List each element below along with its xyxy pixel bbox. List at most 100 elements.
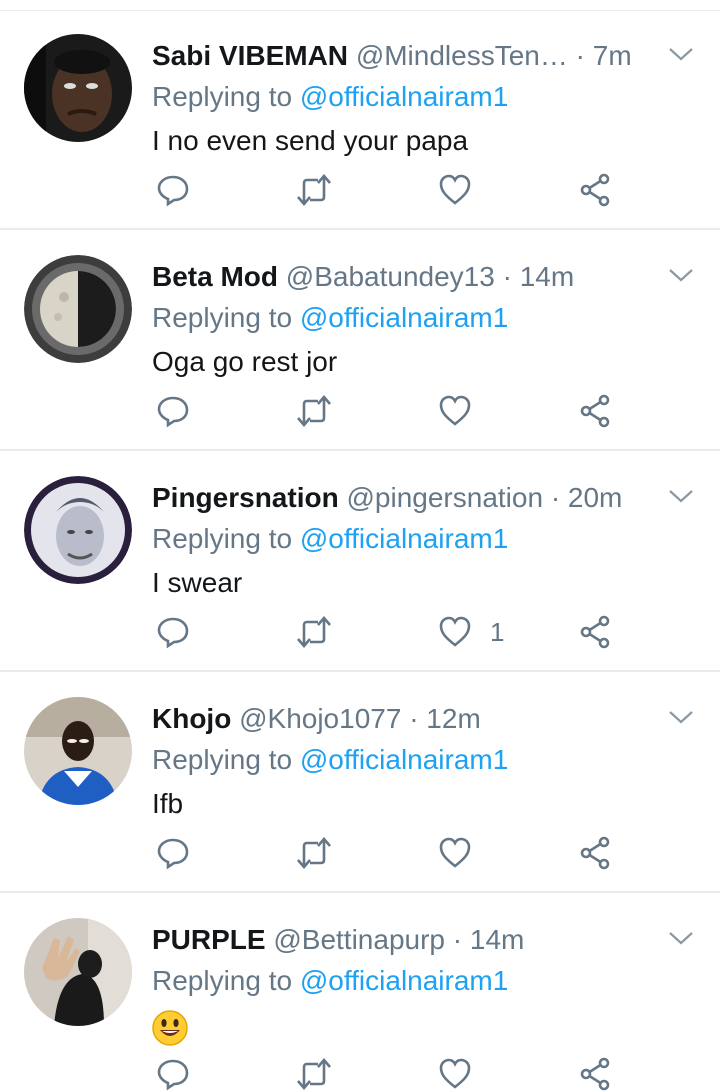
share-icon xyxy=(580,615,610,649)
user-handle[interactable]: @MindlessTen… xyxy=(356,40,568,71)
like-button[interactable]: 1 xyxy=(438,614,504,650)
action-bar: 1 xyxy=(152,614,632,650)
action-bar xyxy=(152,835,632,871)
tweet-text: Ifb xyxy=(152,788,184,819)
replying-to-label: Replying to xyxy=(152,523,293,554)
replying-to-label: Replying to xyxy=(152,965,293,996)
replying-to-user-link[interactable]: @officialnairam1 xyxy=(300,81,508,112)
tweet-item[interactable]: Khojo @Khojo1077 · 12m Replying to @offi… xyxy=(0,673,720,893)
user-handle[interactable]: @pingersnation xyxy=(346,482,543,513)
action-bar xyxy=(152,393,632,429)
share-button[interactable] xyxy=(578,393,612,429)
tweet-item[interactable]: Pingersnation @pingersnation · 20m Reply… xyxy=(0,452,720,672)
replying-to-user-link[interactable]: @officialnairam1 xyxy=(300,302,508,333)
timestamp[interactable]: · 12m xyxy=(409,703,481,734)
retweet-icon xyxy=(297,1058,331,1090)
tweet-item[interactable]: Beta Mod @Babatundey13 · 14m Replying to… xyxy=(0,231,720,451)
reply-button[interactable] xyxy=(156,835,190,871)
replying-to-user-link[interactable]: @officialnairam1 xyxy=(300,523,508,554)
display-name[interactable]: Khojo xyxy=(152,703,231,734)
retweet-button[interactable] xyxy=(296,1056,332,1092)
like-icon xyxy=(439,1058,471,1089)
chevron-down-icon[interactable] xyxy=(668,928,694,948)
tweet-header: Pingersnation @pingersnation · 20m xyxy=(152,478,652,518)
replying-to-user-link[interactable]: @officialnairam1 xyxy=(300,744,508,775)
replying-to-label: Replying to xyxy=(152,744,293,775)
tweet-header: Beta Mod @Babatundey13 · 14m xyxy=(152,257,652,297)
reply-icon xyxy=(157,396,189,428)
timestamp[interactable]: · 14m xyxy=(503,261,575,292)
share-button[interactable] xyxy=(578,1056,612,1092)
like-button[interactable] xyxy=(438,393,490,429)
reply-button[interactable] xyxy=(156,614,190,650)
smiling-face-emoji-icon xyxy=(152,1010,188,1046)
like-button[interactable] xyxy=(438,1056,490,1092)
reply-button[interactable] xyxy=(156,1056,190,1092)
timestamp[interactable]: · 20m xyxy=(551,482,623,513)
avatar[interactable] xyxy=(24,255,132,363)
tweet-text: Oga go rest jor xyxy=(152,346,338,377)
tweet-text: I swear xyxy=(152,567,243,598)
chevron-down-icon[interactable] xyxy=(668,707,694,727)
retweet-button[interactable] xyxy=(296,835,332,871)
replying-to: Replying to @officialnairam1 xyxy=(152,518,508,560)
like-button[interactable] xyxy=(438,835,490,871)
tweet-header: Sabi VIBEMAN @MindlessTen… · 7m xyxy=(152,36,652,76)
display-name[interactable]: Beta Mod xyxy=(152,261,278,292)
avatar[interactable] xyxy=(24,34,132,142)
chevron-down-icon[interactable] xyxy=(668,265,694,285)
avatar[interactable] xyxy=(24,476,132,584)
like-icon xyxy=(439,174,471,205)
reply-icon xyxy=(157,838,189,870)
tweet-item[interactable]: PURPLE @Bettinapurp · 14m Replying to @o… xyxy=(0,894,720,1091)
tweet-header: Khojo @Khojo1077 · 12m xyxy=(152,699,652,739)
share-button[interactable] xyxy=(578,172,612,208)
replying-to-user-link[interactable]: @officialnairam1 xyxy=(300,965,508,996)
avatar[interactable] xyxy=(24,918,132,1026)
replying-to: Replying to @officialnairam1 xyxy=(152,76,508,118)
chevron-down-icon[interactable] xyxy=(668,44,694,64)
share-button[interactable] xyxy=(578,835,612,871)
reply-button[interactable] xyxy=(156,393,190,429)
timestamp[interactable]: · 7m xyxy=(576,40,632,71)
reply-button[interactable] xyxy=(156,172,190,208)
share-icon xyxy=(580,173,610,207)
user-handle[interactable]: @Khojo1077 xyxy=(239,703,401,734)
tweet-text: I no even send your papa xyxy=(152,125,469,156)
replying-to-label: Replying to xyxy=(152,302,293,333)
reply-icon xyxy=(157,175,189,207)
retweet-icon xyxy=(297,616,331,648)
reply-icon xyxy=(157,617,189,649)
retweet-icon xyxy=(297,395,331,427)
replying-to: Replying to @officialnairam1 xyxy=(152,739,508,781)
tweet-item[interactable]: Sabi VIBEMAN @MindlessTen… · 7m Replying… xyxy=(0,10,720,230)
like-icon xyxy=(439,395,471,426)
replying-to: Replying to @officialnairam1 xyxy=(152,960,508,1002)
user-handle[interactable]: @Babatundey13 xyxy=(286,261,495,292)
user-handle[interactable]: @Bettinapurp xyxy=(273,924,445,955)
like-count: 1 xyxy=(490,616,505,647)
like-icon xyxy=(439,616,471,647)
chevron-down-icon[interactable] xyxy=(668,486,694,506)
share-icon xyxy=(580,1057,610,1091)
like-icon xyxy=(439,837,471,868)
replying-to: Replying to @officialnairam1 xyxy=(152,297,508,339)
retweet-button[interactable] xyxy=(296,172,332,208)
tweet-header: PURPLE @Bettinapurp · 14m xyxy=(152,920,652,960)
timestamp[interactable]: · 14m xyxy=(453,924,525,955)
avatar[interactable] xyxy=(24,697,132,805)
display-name[interactable]: Pingersnation xyxy=(152,482,339,513)
like-button[interactable] xyxy=(438,172,490,208)
display-name[interactable]: PURPLE xyxy=(152,924,266,955)
replying-to-label: Replying to xyxy=(152,81,293,112)
action-bar xyxy=(152,1056,632,1092)
display-name[interactable]: Sabi VIBEMAN xyxy=(152,40,348,71)
share-icon xyxy=(580,836,610,870)
share-button[interactable] xyxy=(578,614,612,650)
share-icon xyxy=(580,394,610,428)
reply-icon xyxy=(157,1059,189,1091)
retweet-button[interactable] xyxy=(296,393,332,429)
retweet-icon xyxy=(297,837,331,869)
action-bar xyxy=(152,172,632,208)
retweet-button[interactable] xyxy=(296,614,332,650)
